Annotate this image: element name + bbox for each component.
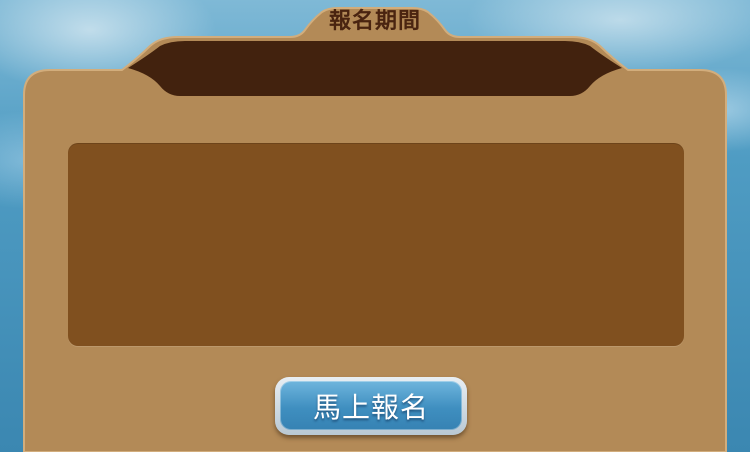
register-button-label: 馬上報名 xyxy=(312,391,429,424)
date-header-bar xyxy=(128,41,622,96)
content-area xyxy=(68,143,684,346)
register-now-button[interactable]: 馬上報名 xyxy=(275,377,467,435)
panel-title: 報名期間 xyxy=(328,9,421,34)
